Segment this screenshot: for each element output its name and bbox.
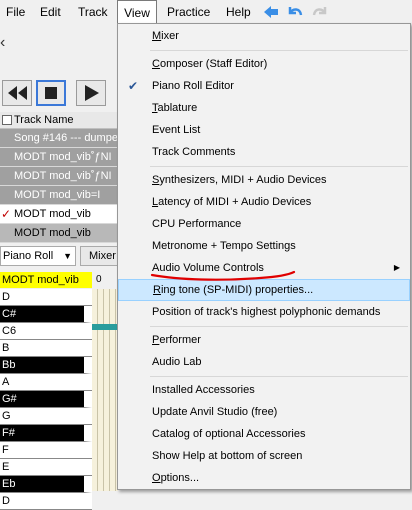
editor-bar: Piano Roll ▼ Mixer: [0, 245, 120, 269]
transport-controls: [0, 78, 114, 110]
chevron-down-icon: ▼: [63, 251, 72, 261]
menu-item-composer[interactable]: Composer (Staff Editor): [118, 53, 410, 75]
piano-key[interactable]: F#: [0, 425, 92, 442]
menu-separator: [150, 166, 408, 167]
menu-edit[interactable]: Edit: [40, 0, 61, 24]
piano-roll-grid[interactable]: [92, 289, 118, 491]
menu-separator: [150, 326, 408, 327]
menu-item-catalog[interactable]: Catalog of optional Accessories: [118, 423, 410, 445]
stop-button[interactable]: [36, 80, 66, 106]
piano-key[interactable]: A: [0, 374, 92, 391]
track-list-header: Track Name: [0, 112, 118, 129]
piano-key[interactable]: E: [0, 459, 92, 476]
back-arrow-icon[interactable]: [262, 4, 280, 20]
menu-item-audio-lab[interactable]: Audio Lab: [118, 351, 410, 373]
menu-item-synthesizers[interactable]: Synthesizers, MIDI + Audio Devices: [118, 169, 410, 191]
piano-key[interactable]: C#: [0, 306, 92, 323]
menu-item-performer[interactable]: Performer: [118, 329, 410, 351]
menu-item-piano-roll-editor[interactable]: ✔ Piano Roll Editor: [118, 75, 410, 97]
track-row[interactable]: MODT mod_vib=I: [0, 186, 118, 205]
piano-key[interactable]: D: [0, 493, 92, 510]
piano-key[interactable]: G#: [0, 391, 92, 408]
piano-keys: D C# C6 B Bb A G# G F# F E Eb D: [0, 289, 92, 510]
menu-item-cpu-performance[interactable]: CPU Performance: [118, 213, 410, 235]
submenu-arrow-icon: ▶: [393, 263, 400, 272]
redo-icon[interactable]: [311, 4, 329, 20]
menu-item-mixer[interactable]: Mixer: [118, 25, 410, 47]
track-row[interactable]: Song #146 --- dumpe: [0, 129, 118, 148]
piano-key[interactable]: D: [0, 289, 92, 306]
menu-separator: [150, 376, 408, 377]
piano-key[interactable]: Eb: [0, 476, 92, 493]
menu-item-options[interactable]: Options...: [118, 467, 410, 489]
play-button[interactable]: [76, 80, 106, 106]
track-list: Track Name Song #146 --- dumpe MODT mod_…: [0, 112, 118, 243]
menu-item-ring-tone[interactable]: Ring tone (SP-MIDI) properties...: [118, 279, 410, 301]
measure-label: 0: [92, 272, 118, 288]
piano-key[interactable]: Bb: [0, 357, 92, 374]
view-select[interactable]: Piano Roll ▼: [0, 246, 76, 266]
piano-key[interactable]: B: [0, 340, 92, 357]
current-track-label: MODT mod_vib: [0, 272, 92, 288]
stop-icon: [45, 87, 57, 99]
check-icon: ✓: [1, 207, 12, 221]
menu-item-metronome[interactable]: Metronome + Tempo Settings: [118, 235, 410, 257]
track-row[interactable]: MODT mod_vib˚ƒNI: [0, 148, 118, 167]
menu-item-update[interactable]: Update Anvil Studio (free): [118, 401, 410, 423]
menu-file[interactable]: File: [6, 0, 25, 24]
track-row[interactable]: MODT mod_vib˚ƒNI: [0, 167, 118, 186]
menu-practice[interactable]: Practice: [167, 0, 210, 24]
menu-item-tablature[interactable]: Tablature: [118, 97, 410, 119]
track-row[interactable]: MODT mod_vib: [0, 224, 118, 243]
menu-item-installed-accessories[interactable]: Installed Accessories: [118, 379, 410, 401]
piano-key[interactable]: C6: [0, 323, 92, 340]
scroll-left-arrow-icon[interactable]: ‹: [0, 24, 14, 62]
check-icon: ✔: [128, 79, 139, 93]
menu-item-polyphonic-position[interactable]: Position of track's highest polyphonic d…: [118, 301, 410, 323]
menu-separator: [150, 50, 408, 51]
menubar: File Edit Track View Practice Help: [0, 0, 412, 24]
select-all-checkbox[interactable]: [2, 115, 12, 125]
view-dropdown-menu: Mixer Composer (Staff Editor) ✔ Piano Ro…: [117, 23, 411, 490]
piano-key[interactable]: F: [0, 442, 92, 459]
menu-track[interactable]: Track: [78, 0, 108, 24]
mixer-tab[interactable]: Mixer: [80, 246, 120, 266]
track-row[interactable]: ✓ MODT mod_vib: [0, 205, 118, 224]
track-name-header: Track Name: [14, 114, 74, 126]
rewind-icon: [8, 86, 27, 100]
menu-item-event-list[interactable]: Event List: [118, 119, 410, 141]
menu-item-latency[interactable]: Latency of MIDI + Audio Devices: [118, 191, 410, 213]
menu-item-track-comments[interactable]: Track Comments: [118, 141, 410, 163]
piano-key[interactable]: G: [0, 408, 92, 425]
menu-item-show-help[interactable]: Show Help at bottom of screen: [118, 445, 410, 467]
play-icon: [85, 85, 99, 101]
red-underline-annotation: [150, 270, 296, 281]
rewind-button[interactable]: [2, 80, 32, 106]
note-block[interactable]: [92, 324, 118, 330]
undo-icon[interactable]: [286, 4, 304, 20]
menu-view[interactable]: View: [117, 0, 157, 24]
menu-help[interactable]: Help: [226, 0, 251, 24]
